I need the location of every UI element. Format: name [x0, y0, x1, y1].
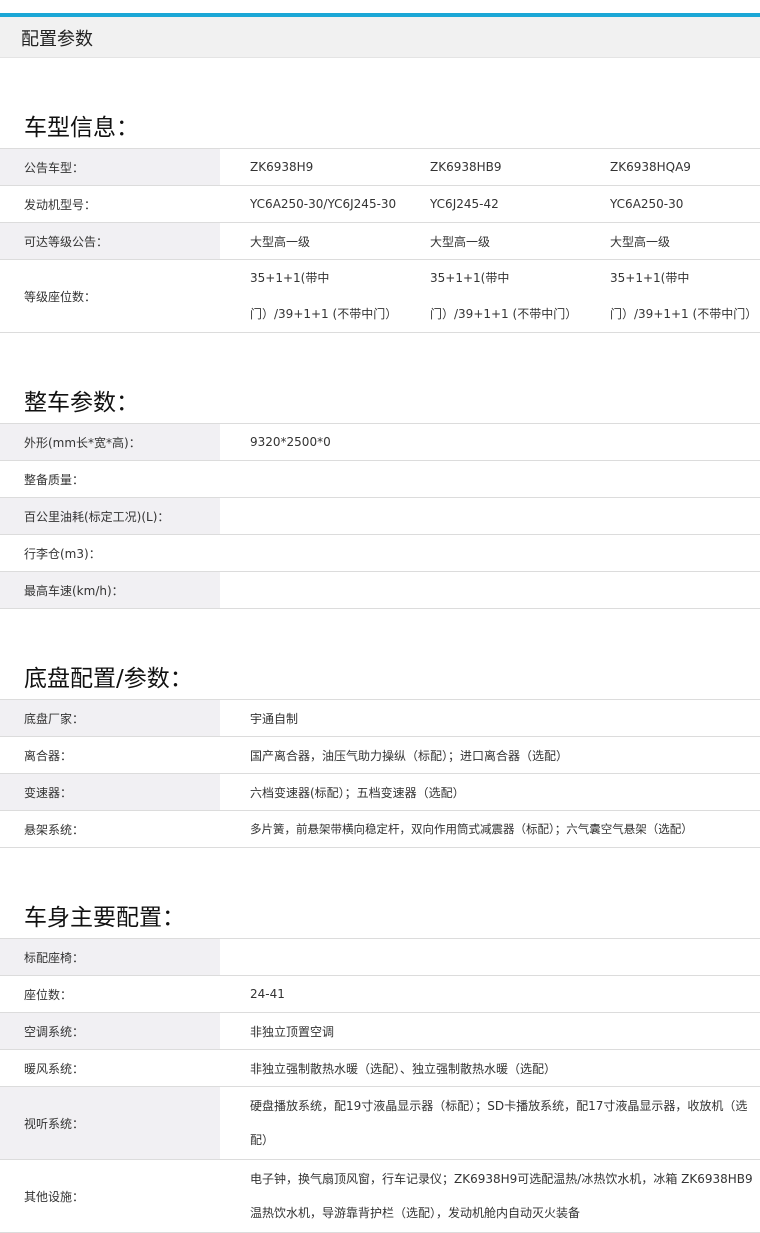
row-label: 其他设施： — [0, 1159, 220, 1233]
cell-value — [220, 571, 760, 609]
chassis-table: 底盘厂家： 宇通自制 离合器： 国产离合器，油压气助力操纵（标配）；进口离合器（… — [0, 699, 760, 848]
table-row: 其他设施： 电子钟，换气扇顶风窗，行车记录仪；ZK6938H9可选配温热/冰热饮… — [0, 1159, 760, 1233]
cell-value: 硬盘播放系统，配19寸液晶显示器（标配）；SD卡播放系统，配17寸液晶显示器，收… — [220, 1086, 760, 1160]
table-row: 百公里油耗(标定工况)(L)： — [0, 497, 760, 535]
row-label: 视听系统： — [0, 1086, 220, 1160]
cell-value — [220, 938, 760, 976]
cell-value: 35+1+1(带中门）/39+1+1 (不带中门） — [400, 259, 580, 333]
cell-value — [220, 460, 760, 498]
body-config-table: 标配座椅： 座位数： 24-41 空调系统： 非独立顶置空调 暖风系统： 非独立… — [0, 938, 760, 1233]
row-label: 座位数： — [0, 975, 220, 1013]
table-row: 公告车型： ZK6938H9 ZK6938HB9 ZK6938HQA9 — [0, 148, 760, 186]
cell-value: 宇通自制 — [220, 699, 760, 737]
table-row: 发动机型号： YC6A250-30/YC6J245-30 YC6J245-42 … — [0, 185, 760, 223]
table-row: 最高车速(km/h)： — [0, 571, 760, 609]
table-row: 行李仓(m3)： — [0, 534, 760, 572]
cell-value: 六档变速器(标配）；五档变速器（选配） — [220, 773, 760, 811]
row-label: 发动机型号： — [0, 185, 220, 223]
row-label: 行李仓(m3)： — [0, 534, 220, 572]
table-row: 底盘厂家： 宇通自制 — [0, 699, 760, 737]
row-label: 等级座位数： — [0, 259, 220, 333]
table-row: 空调系统： 非独立顶置空调 — [0, 1012, 760, 1050]
vehicle-params-table: 外形(mm长*宽*高)： 9320*2500*0 整备质量： 百公里油耗(标定工… — [0, 423, 760, 609]
cell-value: 大型高一级 — [580, 222, 760, 260]
cell-value: ZK6938HB9 — [400, 148, 580, 186]
row-label: 悬架系统： — [0, 810, 220, 848]
row-label: 整备质量： — [0, 460, 220, 498]
cell-value: ZK6938H9 — [220, 148, 400, 186]
cell-value: 多片簧，前悬架带横向稳定杆，双向作用筒式减震器（标配）；六气囊空气悬架（选配） — [220, 810, 760, 848]
row-label: 外形(mm长*宽*高)： — [0, 423, 220, 461]
section-title-vehicle-info: 车型信息： — [24, 115, 139, 141]
table-row: 可达等级公告： 大型高一级 大型高一级 大型高一级 — [0, 222, 760, 260]
vehicle-info-table: 公告车型： ZK6938H9 ZK6938HB9 ZK6938HQA9 发动机型… — [0, 148, 760, 333]
table-row: 离合器： 国产离合器，油压气助力操纵（标配）；进口离合器（选配） — [0, 736, 760, 774]
cell-value: 9320*2500*0 — [220, 423, 760, 461]
table-row: 等级座位数： 35+1+1(带中门）/39+1+1 (不带中门） 35+1+1(… — [0, 259, 760, 333]
row-label: 公告车型： — [0, 148, 220, 186]
section-title-body-config: 车身主要配置： — [24, 905, 185, 931]
table-row: 变速器： 六档变速器(标配）；五档变速器（选配） — [0, 773, 760, 811]
row-label: 变速器： — [0, 773, 220, 811]
cell-value: YC6J245-42 — [400, 185, 580, 223]
row-label: 百公里油耗(标定工况)(L)： — [0, 497, 220, 535]
cell-value: 35+1+1(带中门）/39+1+1 (不带中门） — [220, 259, 400, 333]
cell-value — [220, 534, 760, 572]
table-row: 座位数： 24-41 — [0, 975, 760, 1013]
table-row: 悬架系统： 多片簧，前悬架带横向稳定杆，双向作用筒式减震器（标配）；六气囊空气悬… — [0, 810, 760, 848]
page-title: 配置参数 — [21, 29, 93, 50]
cell-value: YC6A250-30 — [580, 185, 760, 223]
table-row: 视听系统： 硬盘播放系统，配19寸液晶显示器（标配）；SD卡播放系统，配17寸液… — [0, 1086, 760, 1160]
cell-value: 35+1+1(带中门）/39+1+1 (不带中门） — [580, 259, 760, 333]
cell-value: 非独立强制散热水暖（选配）、独立强制散热水暖（选配） — [220, 1049, 760, 1087]
row-label: 最高车速(km/h)： — [0, 571, 220, 609]
row-label: 底盘厂家： — [0, 699, 220, 737]
table-row: 外形(mm长*宽*高)： 9320*2500*0 — [0, 423, 760, 461]
cell-value: ZK6938HQA9 — [580, 148, 760, 186]
table-row: 整备质量： — [0, 460, 760, 498]
cell-value: 大型高一级 — [220, 222, 400, 260]
table-row: 标配座椅： — [0, 938, 760, 976]
cell-value: 24-41 — [220, 975, 760, 1013]
cell-value: 电子钟，换气扇顶风窗，行车记录仪；ZK6938H9可选配温热/冰热饮水机，冰箱 … — [220, 1159, 760, 1233]
row-label: 空调系统： — [0, 1012, 220, 1050]
table-row: 暖风系统： 非独立强制散热水暖（选配）、独立强制散热水暖（选配） — [0, 1049, 760, 1087]
cell-value — [220, 497, 760, 535]
cell-value: 国产离合器，油压气助力操纵（标配）；进口离合器（选配） — [220, 736, 760, 774]
cell-value: YC6A250-30/YC6J245-30 — [220, 185, 400, 223]
config-header-bar: 配置参数 — [0, 13, 760, 58]
cell-value: 非独立顶置空调 — [220, 1012, 760, 1050]
cell-value: 大型高一级 — [400, 222, 580, 260]
row-label: 离合器： — [0, 736, 220, 774]
section-title-chassis: 底盘配置/参数： — [24, 666, 193, 692]
section-title-vehicle-params: 整车参数： — [24, 390, 139, 416]
row-label: 暖风系统： — [0, 1049, 220, 1087]
row-label: 标配座椅： — [0, 938, 220, 976]
row-label: 可达等级公告： — [0, 222, 220, 260]
